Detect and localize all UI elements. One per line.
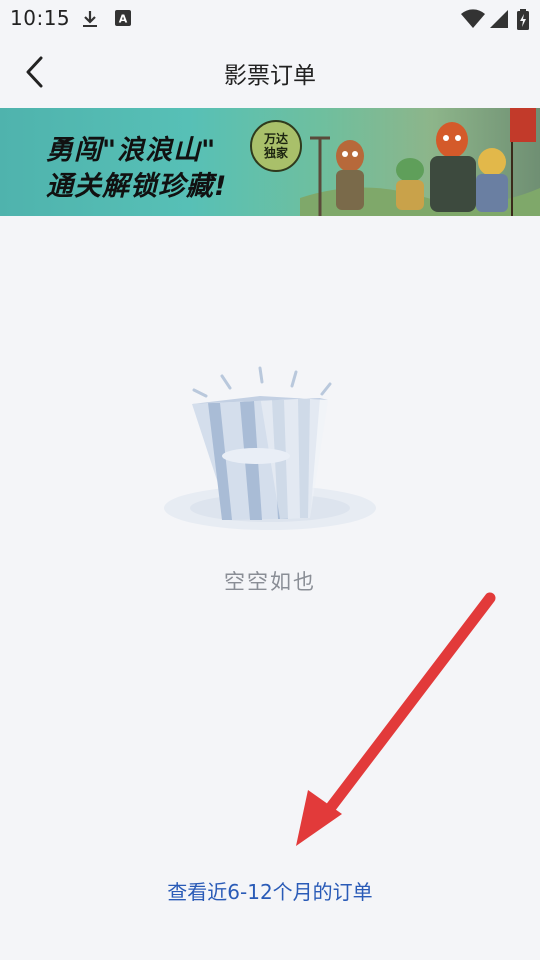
banner-badge: 万达 独家 bbox=[250, 120, 302, 172]
banner-badge-bottom: 独家 bbox=[263, 146, 288, 160]
banner-badge-top: 万达 bbox=[263, 132, 288, 146]
popcorn-bucket-icon bbox=[164, 366, 376, 530]
status-time: 10:15 bbox=[10, 6, 71, 30]
banner-headline: 勇闯"浪浪山" bbox=[46, 135, 217, 166]
download-icon bbox=[80, 9, 100, 33]
battery-charging-icon bbox=[516, 9, 530, 35]
wifi-icon bbox=[460, 9, 486, 33]
banner-characters-art bbox=[300, 108, 540, 216]
banner-subline: 通关解锁珍藏! bbox=[46, 171, 228, 202]
promo-banner[interactable]: 勇闯"浪浪山" 通关解锁珍藏! 万达 独家 bbox=[0, 108, 540, 216]
empty-state-text: 空空如也 bbox=[224, 570, 316, 594]
status-bar: 10:15 A bbox=[0, 0, 540, 36]
page-title: 影票订单 bbox=[224, 63, 316, 89]
text-a-icon: A bbox=[114, 9, 132, 31]
signal-icon bbox=[488, 9, 510, 33]
view-older-orders-link[interactable]: 查看近6-12个月的订单 bbox=[0, 876, 540, 905]
nav-bar: 影票订单 bbox=[0, 36, 540, 108]
svg-text:A: A bbox=[119, 13, 128, 26]
